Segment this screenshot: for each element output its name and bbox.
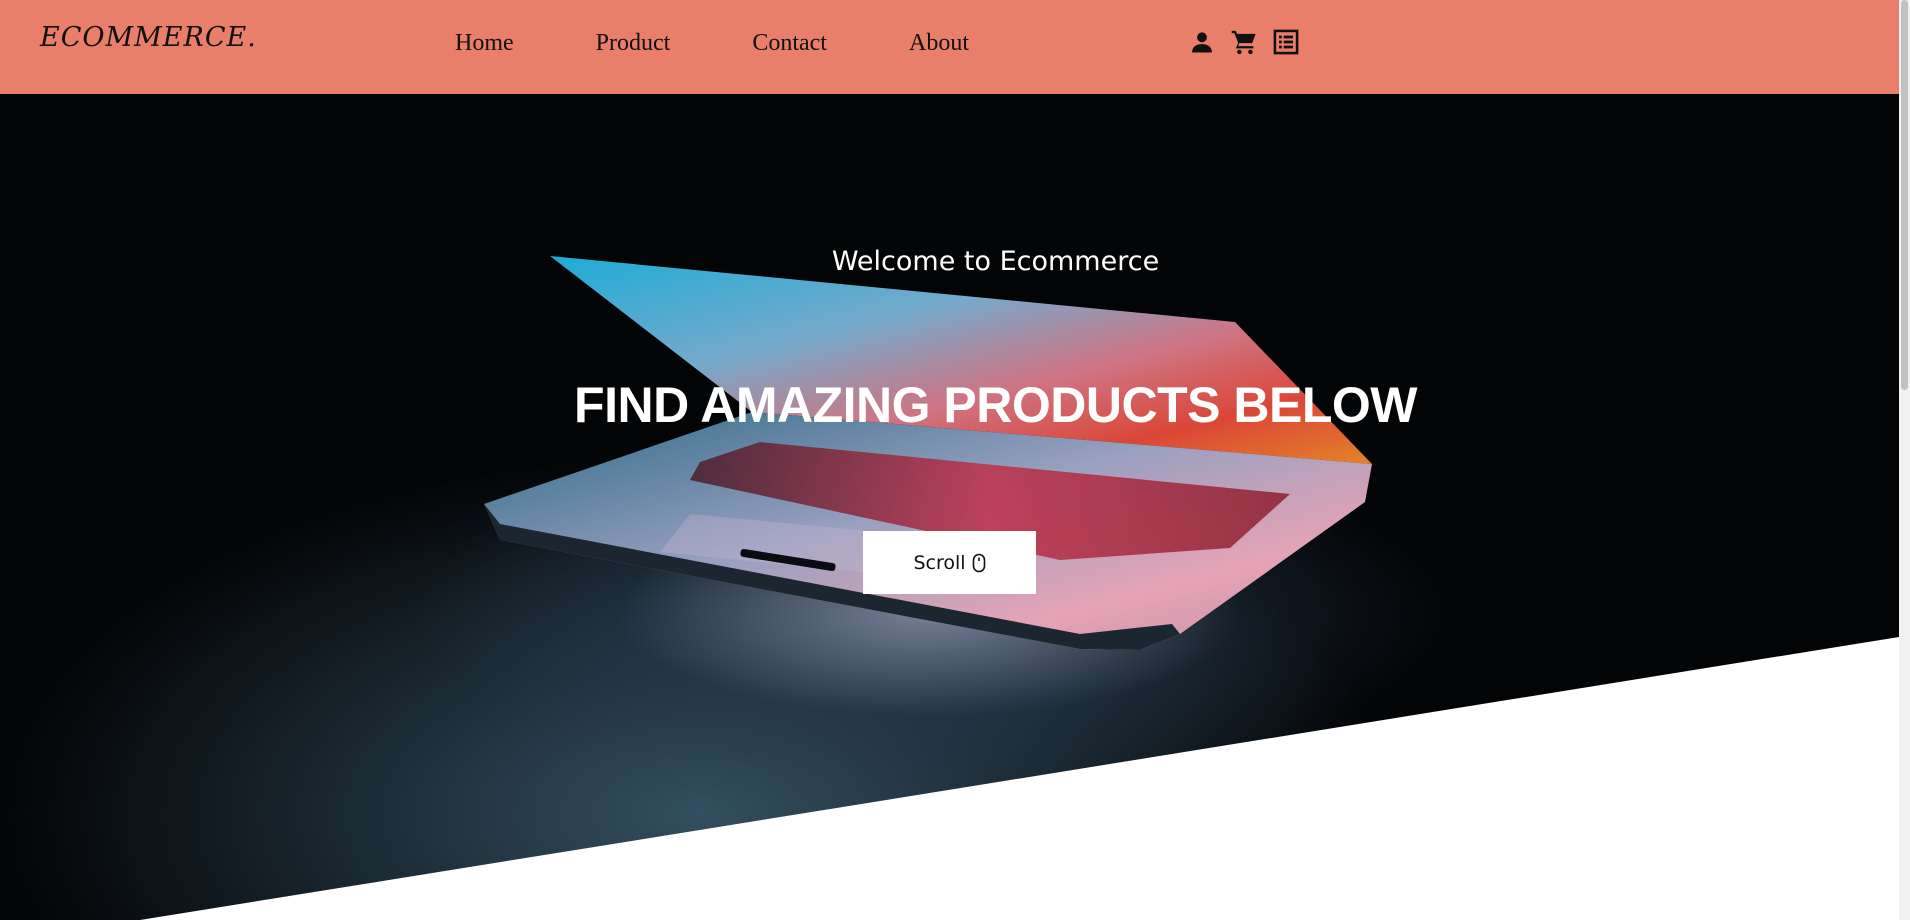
orders-list-icon[interactable] bbox=[1272, 28, 1300, 56]
hero-welcome-text: Welcome to Ecommerce bbox=[831, 246, 1160, 277]
hero-headline: FIND AMAZING PRODUCTS BELOW bbox=[574, 377, 1417, 433]
nav-link-about[interactable]: About bbox=[909, 30, 969, 57]
nav-links: Home Product Contact About bbox=[455, 30, 1051, 57]
top-navbar: ECOMMERCE. Home Product Contact About bbox=[0, 0, 1899, 94]
site-logo[interactable]: ECOMMERCE. bbox=[40, 22, 257, 53]
scroll-button-label: Scroll bbox=[913, 551, 966, 574]
nav-icons bbox=[1188, 28, 1300, 56]
mouse-icon bbox=[972, 553, 986, 573]
nav-link-contact[interactable]: Contact bbox=[752, 30, 827, 57]
page: ECOMMERCE. Home Product Contact About We… bbox=[0, 0, 1910, 920]
page-scrollbar[interactable] bbox=[1899, 0, 1910, 920]
scrollbar-thumb[interactable] bbox=[1901, 0, 1908, 390]
scroll-button[interactable]: Scroll bbox=[863, 531, 1036, 594]
user-icon[interactable] bbox=[1188, 28, 1216, 56]
cart-icon[interactable] bbox=[1230, 28, 1258, 56]
hero-content: Welcome to Ecommerce FIND AMAZING PRODUC… bbox=[0, 94, 1899, 920]
nav-link-home[interactable]: Home bbox=[455, 30, 514, 57]
nav-link-product[interactable]: Product bbox=[596, 30, 671, 57]
